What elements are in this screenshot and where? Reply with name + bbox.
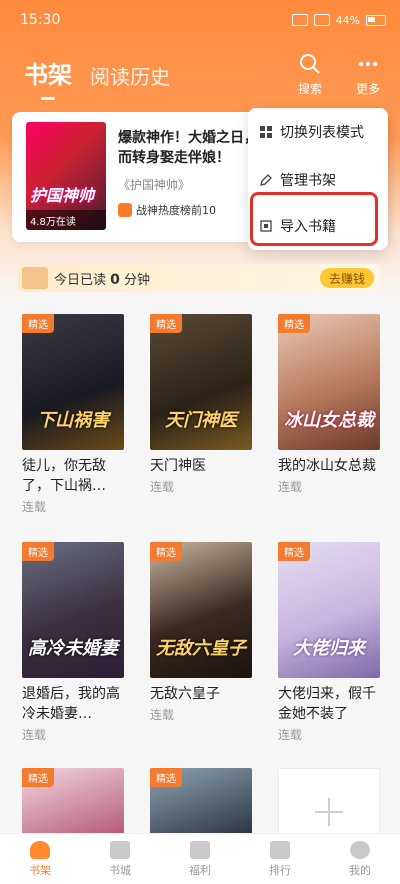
featured-tag: 精选 [278,314,310,333]
grid-icon [260,126,272,138]
ranking-icon [270,840,290,859]
user-icon [350,840,370,859]
book-cover[interactable]: 精选 [22,768,124,834]
menu-item-manage-bookshelf[interactable]: 管理书架 [260,170,336,190]
status-icons: 44% [291,13,386,27]
fire-icon [118,203,132,217]
recent-book-description: 爆款神作！大婚之日，而转身娶走伴娘！ [118,130,258,166]
book-cover[interactable]: 精选 大佬归来 [278,542,380,678]
cover-title: 下山祸害 [37,410,109,431]
book-cover[interactable]: 精选 冰山女总裁 [278,314,380,450]
book-title: 无敌六皇子 [150,686,220,702]
gift-icon [190,840,210,859]
featured-tag: 精选 [150,314,182,333]
book-title: 天门神医 [150,458,206,474]
recent-hot-rank: 战神热度榜前10 [118,202,216,218]
cover-title: 高冷未婚妻 [28,638,118,659]
book-title: 退婚后，我的高冷未婚妻… [22,686,120,722]
hot-rank-text: 战神热度榜前10 [136,204,216,217]
cover-title: 无敌六皇子 [156,638,246,659]
featured-tag: 精选 [150,768,182,787]
featured-tag: 精选 [278,542,310,561]
signal-icon [313,14,330,26]
reading-time-text: 今日已读 0 分钟 [54,271,151,288]
featured-tag: 精选 [22,542,54,561]
more-button[interactable]: 更多 [356,52,380,97]
book-status: 连载 [22,500,47,514]
book-cover[interactable]: 精选 高冷未婚妻 [22,542,124,678]
recent-cover-title: 护国神帅 [30,186,95,205]
nav-welfare[interactable]: 福利 [160,834,240,884]
status-time: 15:30 [20,12,61,28]
recent-reads: 4.8万在读 [26,210,106,230]
nav-me[interactable]: 我的 [320,834,400,884]
book-item[interactable]: 精选 无敌六皇子 无敌六皇子 连载 [150,542,252,723]
featured-tag: 精选 [22,314,54,333]
recent-book-cover[interactable]: 护国神帅 4.8万在读 [26,122,106,230]
book-title: 徒儿，你无敌了，下山祸… [22,458,106,494]
book-cover[interactable]: 精选 [150,768,252,834]
search-label: 搜索 [297,82,322,96]
book-item[interactable]: 精选 天门神医 天门神医 连载 [150,314,252,495]
book-title: 大佬归来，假千金她不装了 [278,686,376,722]
cover-title: 冰山女总裁 [284,410,374,431]
search-icon [299,54,320,74]
cover-title: 天门神医 [165,410,237,431]
battery-icon [366,14,386,26]
nav-bookshelf[interactable]: 书架 [0,834,80,884]
tab-reading-history[interactable]: 阅读历史 [90,61,170,90]
import-highlight-box [250,192,378,246]
book-status: 连载 [22,728,47,742]
bottom-navigation: 书架 书城 福利 排行 我的 [0,833,400,884]
book-cover[interactable]: 精选 下山祸害 [22,314,124,450]
nav-ranking[interactable]: 排行 [240,834,320,884]
notification-icon [291,14,308,26]
recent-book-source: 《护国神帅》 [118,178,191,192]
book-cover[interactable]: 精选 天门神医 [150,314,252,450]
cover-title: 大佬归来 [293,638,365,659]
edit-icon [260,174,272,186]
reading-time-strip: 今日已读 0 分钟 去赚钱 [18,264,380,292]
search-button[interactable]: 搜索 [298,52,322,97]
book-status: 连载 [150,480,175,494]
featured-tag: 精选 [150,542,182,561]
book-title: 我的冰山女总裁 [278,458,376,474]
top-actions: 搜索 更多 [298,52,380,97]
more-dots-icon [358,61,378,67]
book-item[interactable]: 精选 冰山女总裁 我的冰山女总裁 连载 [278,314,380,495]
bookshelf-icon [30,840,50,859]
book-item[interactable]: 精选 [150,768,252,834]
book-cover[interactable]: 精选 无敌六皇子 [150,542,252,678]
book-status: 连载 [150,708,175,722]
tab-bookshelf[interactable]: 书架 [24,55,72,90]
book-status: 连载 [278,480,303,494]
top-tabs: 书架 阅读历史 [24,55,170,90]
status-bar: 15:30 44% [20,8,386,32]
book-status: 连载 [278,728,303,742]
book-stack-icon [22,267,48,289]
book-item[interactable]: 精选 高冷未婚妻 退婚后，我的高冷未婚妻… 连载 [22,542,124,743]
book-item[interactable]: 精选 下山祸害 徒儿，你无敌了，下山祸… 连载 [22,314,124,515]
book-item[interactable]: 精选 大佬归来 大佬归来，假千金她不装了 连载 [278,542,380,743]
earn-money-button[interactable]: 去赚钱 [319,268,374,288]
book-item[interactable]: 精选 [22,768,124,834]
battery-percent: 44% [335,13,360,27]
featured-tag: 精选 [22,768,54,787]
menu-item-switch-list-mode[interactable]: 切换列表模式 [260,122,364,142]
more-label: 更多 [355,82,380,96]
bookstore-icon [110,840,130,859]
nav-bookstore[interactable]: 书城 [80,834,160,884]
